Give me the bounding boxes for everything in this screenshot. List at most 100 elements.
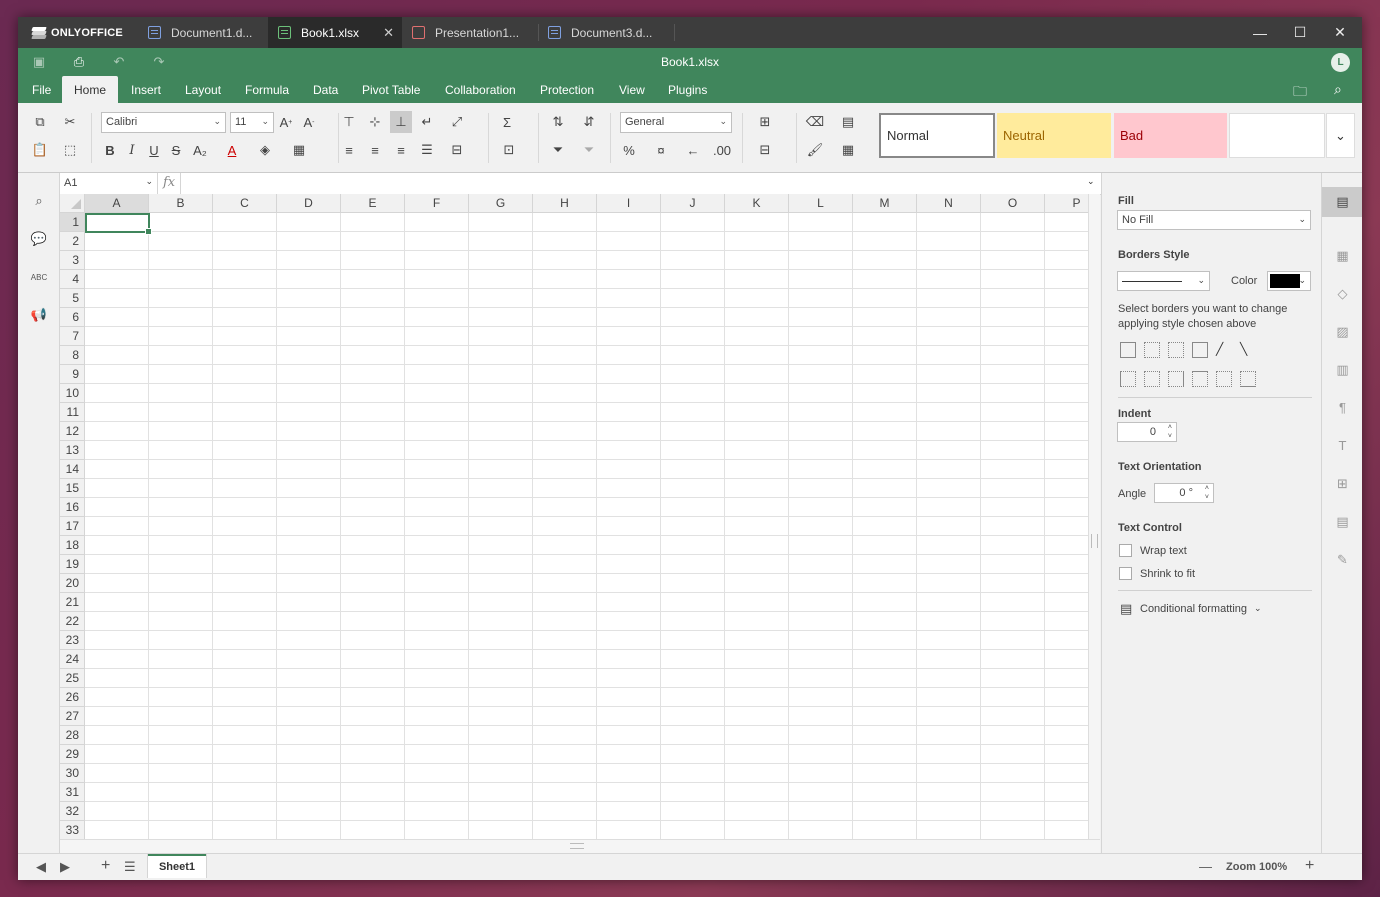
format-as-table-icon[interactable]: ▦ [837,139,859,161]
active-cell[interactable] [85,213,152,235]
tab-book1[interactable]: Book1.xlsx ✕ [268,17,402,48]
row-header[interactable]: 16 [60,498,85,517]
row-header[interactable]: 14 [60,460,85,479]
style-empty[interactable] [1229,113,1325,158]
row-header[interactable]: 23 [60,631,85,650]
next-sheet-icon[interactable]: ▶ [60,859,70,875]
tab-document1[interactable]: Document1.d... [138,17,268,48]
merge-cells-icon[interactable]: ⊟ [446,139,468,161]
cells-area[interactable] [85,213,1088,839]
font-name-select[interactable]: Calibri ⌄ [101,112,226,133]
align-bottom-icon[interactable]: ⊥ [390,111,412,133]
column-header[interactable]: A [85,194,149,213]
column-header[interactable]: J [661,194,725,213]
formula-expand-icon[interactable]: ⌄ [1087,176,1095,187]
border-inner-icon[interactable] [1168,342,1184,358]
border-left-icon[interactable] [1120,371,1136,387]
row-header[interactable]: 25 [60,669,85,688]
horizontal-scrollbar[interactable] [60,839,1100,853]
border-right-icon[interactable] [1168,371,1184,387]
row-header[interactable]: 3 [60,251,85,270]
row-header[interactable]: 8 [60,346,85,365]
column-header[interactable]: N [917,194,981,213]
tab-view[interactable]: View [607,76,657,103]
close-window-button[interactable]: ✕ [1320,17,1360,48]
spinner-arrows-icon[interactable]: ˄ ˅ [1205,484,1209,502]
indent-spinner[interactable]: 0 ˄ ˅ [1117,422,1177,442]
maximize-button[interactable]: ☐ [1280,17,1320,48]
copy-style-icon[interactable]: 🖌 [804,139,826,161]
name-box[interactable]: A1 ⌄ [60,173,158,195]
border-diagonal-up-icon[interactable]: ╱ [1216,342,1232,358]
named-ranges-icon[interactable]: ⊡ [498,139,520,161]
tab-collaboration[interactable]: Collaboration [433,76,528,103]
column-header[interactable]: P [1045,194,1088,213]
strikethrough-icon[interactable]: S [165,139,187,161]
border-color-picker[interactable]: ⌄ [1267,271,1311,291]
column-header[interactable]: G [469,194,533,213]
chart-settings-icon[interactable]: ▥ [1334,361,1351,378]
sheet-tab-sheet1[interactable]: Sheet1 [148,854,206,878]
sort-ascending-icon[interactable]: ⇅ [547,111,569,133]
select-all-corner[interactable] [60,194,85,213]
sheet-list-icon[interactable]: ☰ [124,859,136,875]
feedback-icon[interactable]: 📢 [30,306,48,324]
percent-icon[interactable]: % [618,139,640,161]
currency-icon[interactable]: ¤ [650,139,672,161]
row-header[interactable]: 27 [60,707,85,726]
column-header[interactable]: M [853,194,917,213]
comments-icon[interactable]: 💬 [30,230,48,248]
row-header[interactable]: 1 [60,213,85,232]
styles-expand-button[interactable]: ⌄ [1326,113,1355,158]
row-header[interactable]: 30 [60,764,85,783]
slicer-settings-icon[interactable]: ▤ [1334,513,1351,530]
font-size-select[interactable]: 11 ⌄ [230,112,274,133]
decrease-font-icon[interactable]: A- [298,111,320,133]
column-header[interactable]: L [789,194,853,213]
zoom-level[interactable]: Zoom 100% [1226,861,1287,873]
tab-presentation1[interactable]: Presentation1... [402,17,538,48]
style-bad[interactable]: Bad [1114,113,1227,158]
row-header[interactable]: 12 [60,422,85,441]
row-header[interactable]: 4 [60,270,85,289]
row-header[interactable]: 22 [60,612,85,631]
row-header[interactable]: 24 [60,650,85,669]
column-header[interactable]: E [341,194,405,213]
border-style-select[interactable]: ⌄ [1117,271,1210,291]
tab-document3[interactable]: Document3.d... [538,17,674,48]
row-header[interactable]: 2 [60,232,85,251]
border-outer-icon[interactable] [1192,342,1208,358]
column-header[interactable]: F [405,194,469,213]
column-header[interactable]: O [981,194,1045,213]
border-inner-horizontal-icon[interactable] [1216,371,1232,387]
tab-insert[interactable]: Insert [119,76,173,103]
sort-descending-icon[interactable]: ⇵ [578,111,600,133]
spreadsheet-grid[interactable]: ABCDEFGHIJKLMNOP 1 2 3 4 5 6 7 8 9 10 11 12 13 14 15 16… [60,194,1088,839]
tab-pivot-table[interactable]: Pivot Table [350,76,432,103]
conditional-formatting-button[interactable]: Conditional formatting [1140,603,1247,615]
shape-settings-icon[interactable]: ◇ [1334,285,1351,302]
open-location-icon[interactable]: 🗀 [1293,81,1307,105]
row-header[interactable]: 21 [60,593,85,612]
wrap-text-icon[interactable]: ↵ [416,111,438,133]
border-top-icon[interactable] [1192,371,1208,387]
user-avatar[interactable]: L [1331,53,1350,72]
italic-icon[interactable]: I [121,139,143,161]
clear-filter-icon[interactable]: ⏷ [578,139,600,161]
insert-cells-icon[interactable]: ⊞ [754,111,776,133]
text-art-settings-icon[interactable]: T [1334,437,1351,454]
zoom-in-icon[interactable]: + [1305,857,1314,875]
paste-icon[interactable]: 📋 [29,139,51,161]
search-icon[interactable]: ⌕ [30,192,48,210]
column-header[interactable]: H [533,194,597,213]
filter-icon[interactable]: ⏷ [547,139,569,161]
table-settings-icon[interactable]: ▦ [1334,247,1351,264]
row-header[interactable]: 33 [60,821,85,839]
paragraph-settings-icon[interactable]: ¶ [1334,399,1351,416]
delete-cells-icon[interactable]: ⊟ [754,139,776,161]
conditional-format-icon[interactable]: ▤ [837,111,859,133]
column-header[interactable]: D [277,194,341,213]
row-header[interactable]: 32 [60,802,85,821]
row-header[interactable]: 29 [60,745,85,764]
borders-icon[interactable]: ▦ [288,139,310,161]
